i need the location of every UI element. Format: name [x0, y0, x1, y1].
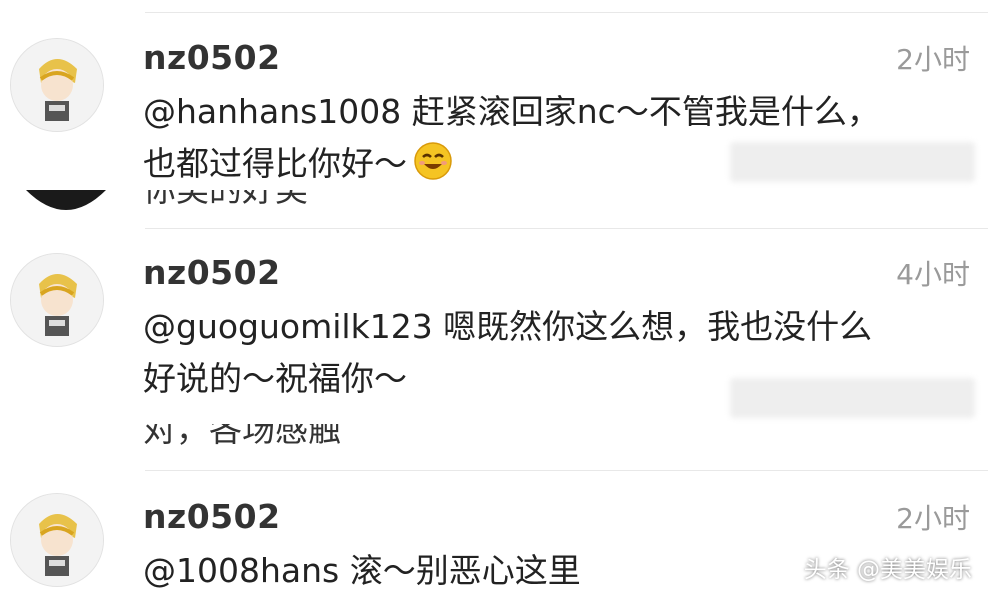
- avatar[interactable]: [10, 493, 104, 587]
- cut-off-text-content: 你美的好美: [143, 190, 308, 210]
- comment-line: @hanhans1008 赶紧滚回家nc～不管我是什么，: [143, 92, 880, 131]
- comment-line-text: 也都过得比你好～: [143, 144, 407, 183]
- cut-off-text: 对，各场感触: [143, 424, 341, 446]
- blurred-region: [730, 378, 975, 418]
- avatar[interactable]: [10, 38, 104, 132]
- avatar-fragment: [26, 420, 106, 428]
- avatar-fragment: [26, 190, 106, 210]
- username[interactable]: nz0502: [143, 38, 281, 77]
- divider: [145, 12, 988, 13]
- timestamp: 2小时: [896, 502, 970, 535]
- smile-emoji-icon: [413, 141, 453, 181]
- username[interactable]: nz0502: [143, 253, 281, 292]
- divider: [145, 228, 988, 229]
- timestamp: 4小时: [896, 258, 970, 291]
- blurred-region: [730, 142, 975, 182]
- avatar-image: [11, 494, 103, 586]
- cut-off-text: 你美的好美: [143, 190, 308, 210]
- cut-off-text-content: 对，各场感触: [143, 424, 341, 446]
- divider: [145, 470, 988, 471]
- comment-line: @guoguomilk123 嗯既然你这么想，我也没什么: [143, 307, 873, 346]
- comment-item[interactable]: nz0502 2小时 @1008hans 滚～别恶心这里: [0, 493, 988, 600]
- timestamp: 2小时: [896, 43, 970, 76]
- avatar[interactable]: [10, 253, 104, 347]
- watermark: 头条 @美美娱乐: [804, 550, 972, 584]
- avatar-image: [11, 254, 103, 346]
- avatar-image: [11, 39, 103, 131]
- comment-list: nz0502 2小时 @hanhans1008 赶紧滚回家nc～不管我是什么， …: [0, 0, 988, 600]
- watermark-text: 头条 @美美娱乐: [803, 557, 972, 583]
- username[interactable]: nz0502: [143, 497, 281, 536]
